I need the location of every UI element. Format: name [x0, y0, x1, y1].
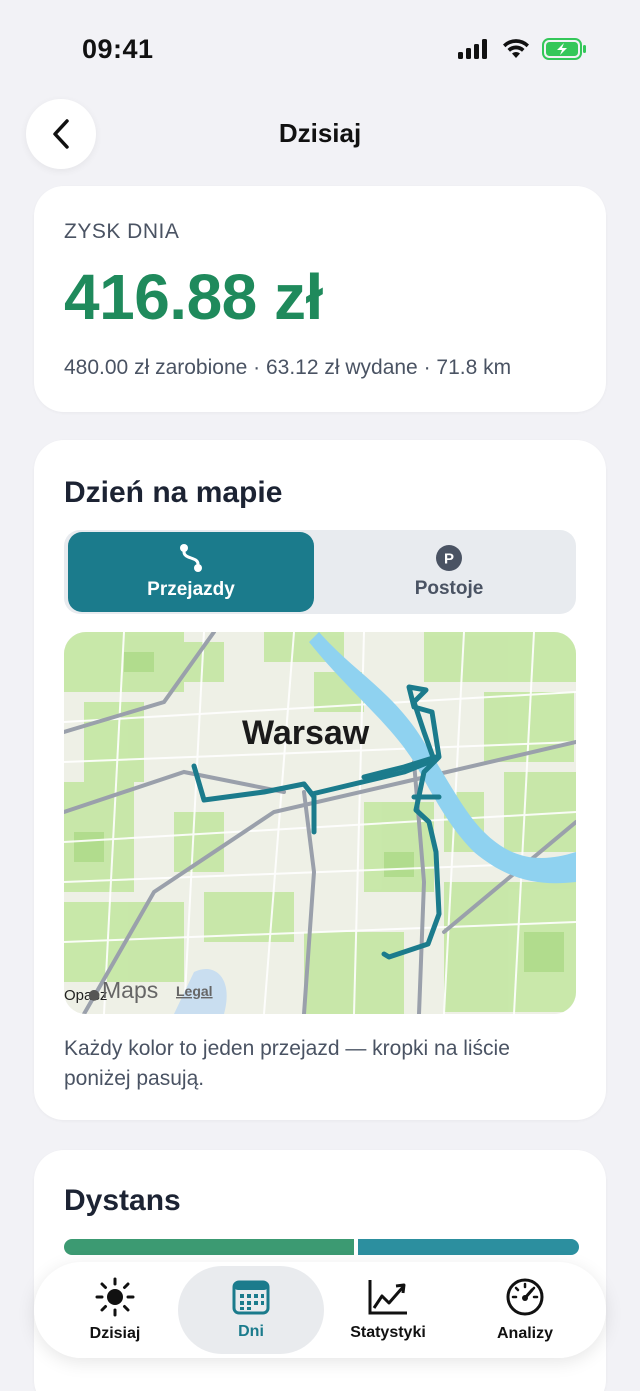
svg-text:P: P: [444, 551, 454, 568]
chart-icon: [368, 1280, 407, 1315]
profit-label: ZYSK DNIA: [64, 220, 180, 243]
map-card: Dzień na mapie Przejazdy P Postoje Warsa…: [34, 440, 606, 1120]
profit-summary: 480.00 zł zarobione · 63.12 zł wydane · …: [64, 356, 512, 379]
route-map[interactable]: Warsaw Opacz ● Maps Legal: [64, 632, 576, 1014]
parking-icon: P: [436, 545, 462, 571]
tab-przejazdy[interactable]: Przejazdy: [68, 532, 314, 612]
tab-analizy-label: Analizy: [496, 1325, 553, 1342]
tab-dzisiaj-label: Dzisiaj: [89, 1325, 141, 1342]
apple-logo-icon: ●: [88, 987, 100, 1003]
sun-icon: [95, 1277, 135, 1317]
distance-bar-segment-2: [358, 1239, 579, 1255]
route-icon: [180, 544, 202, 572]
map-legend-note: Każdy kolor to jeden przejazd — kropki n…: [64, 1037, 510, 1090]
tab-dzisiaj[interactable]: Dzisiaj: [42, 1266, 188, 1354]
map-canvas: Warsaw Opacz ● Maps Legal: [64, 632, 576, 1014]
tab-postoje-label: Postoje: [414, 578, 484, 599]
tab-dni[interactable]: Dni: [178, 1266, 324, 1354]
tab-przejazdy-label: Przejazdy: [147, 579, 235, 600]
profit-amount: 416.88 zł: [64, 261, 323, 333]
tab-statystyki-label: Statystyki: [350, 1324, 426, 1341]
distance-title: Dystans: [64, 1184, 181, 1217]
wifi-icon: [503, 39, 529, 58]
battery-icon: [542, 38, 586, 60]
page-title: Dzisiaj: [278, 118, 362, 148]
map-place-label: Opacz: [64, 987, 107, 1004]
distance-bar-segment-1: [64, 1239, 354, 1255]
status-time: 09:41: [82, 34, 154, 64]
legal-link[interactable]: Legal: [176, 983, 213, 999]
gauge-icon: [506, 1278, 544, 1316]
status-icons: [458, 38, 588, 60]
map-city-label: Warsaw: [242, 714, 370, 752]
map-section-title: Dzień na mapie: [64, 476, 283, 509]
signal-icon: [458, 39, 487, 59]
tab-postoje[interactable]: P Postoje: [326, 532, 572, 612]
status-bar: 09:41: [0, 0, 640, 100]
map-mode-segmented-control: Przejazdy P Postoje: [64, 530, 576, 614]
profit-card: ZYSK DNIA 416.88 zł 480.00 zł zarobione …: [34, 186, 606, 412]
maps-attribution: Maps: [102, 977, 158, 1003]
tab-bar: Dzisiaj Dni Statystyki Analizy: [34, 1262, 606, 1358]
tab-statystyki[interactable]: Statystyki: [315, 1266, 461, 1354]
calendar-icon: [232, 1280, 270, 1315]
tab-dni-label: Dni: [238, 1323, 264, 1340]
tab-analizy[interactable]: Analizy: [452, 1266, 598, 1354]
